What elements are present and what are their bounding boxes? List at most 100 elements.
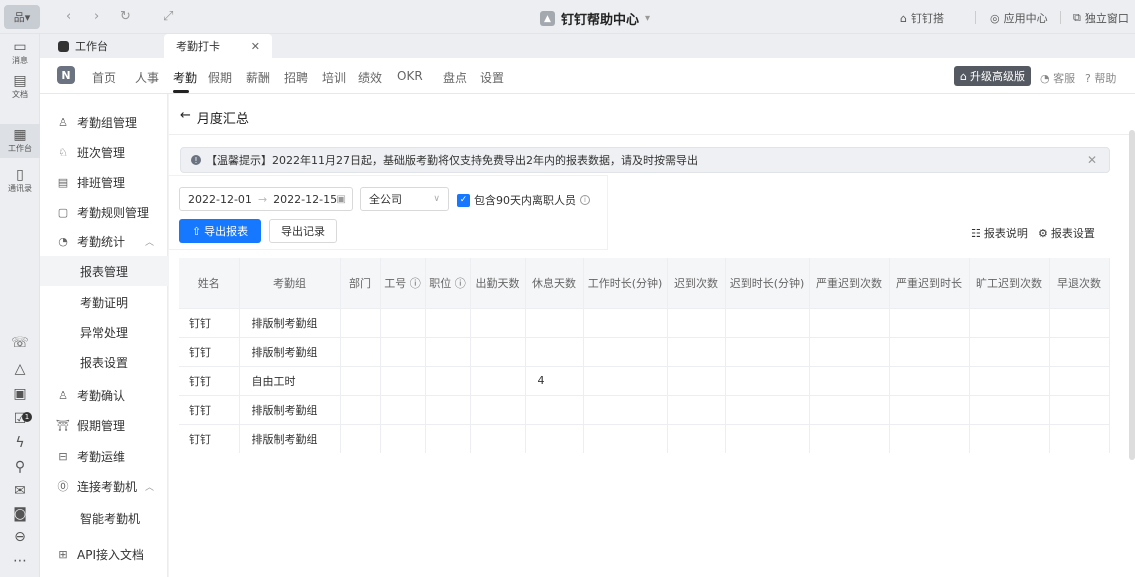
column-header-label: 迟到时长(分钟) [729, 276, 805, 290]
forward-nav-button[interactable]: › [94, 9, 99, 24]
table-row[interactable]: 钉钉 排版制考勤组 [179, 336, 1110, 366]
app-menu-button[interactable]: 品▾ [4, 5, 40, 29]
nav-training[interactable]: 培训 [322, 69, 346, 86]
calendar-icon: ▣ [336, 193, 346, 205]
sidebar-item-exception[interactable]: 异常处理 [40, 317, 168, 347]
upgrade-button[interactable]: ⌂ 升级高级版 [954, 66, 1031, 86]
workbench-icon: ▦ [13, 127, 27, 143]
rail-folder[interactable]: ⊖ [0, 530, 40, 544]
sidebar-item-api[interactable]: ⊞ API接入文档 [40, 539, 168, 569]
sidebar-item-label: 考勤规则管理 [77, 205, 150, 220]
flash-icon: ϟ [15, 435, 25, 451]
table-cell [809, 394, 890, 424]
nav-leave[interactable]: 假期 [208, 69, 232, 86]
company-select[interactable]: 全公司 ∨ [360, 187, 449, 211]
rail-item-messages[interactable]: ▭ 消息 [0, 40, 40, 66]
table-cell [380, 307, 426, 337]
nav-settings[interactable]: 设置 [480, 69, 504, 86]
column-header: 迟到次数 [667, 258, 726, 308]
table-cell [969, 394, 1050, 424]
rail-calendar[interactable]: ▣ [0, 387, 40, 401]
close-icon[interactable]: ✕ [251, 40, 260, 53]
table-row[interactable]: 钉钉 排版制考勤组 [179, 423, 1110, 453]
rail-item-docs[interactable]: ▤ 文档 [0, 74, 40, 100]
sidebar-item-device[interactable]: ⓪ 连接考勤机 ︿ [40, 471, 168, 501]
table-cell [340, 365, 381, 395]
service-link[interactable]: ◔ 客服 [1040, 70, 1075, 86]
scrollbar[interactable] [1129, 130, 1135, 460]
info-icon[interactable]: ⓘ [406, 277, 421, 290]
rail-item-workbench[interactable]: ▦ 工作台 [0, 124, 40, 158]
column-header-label: 工号 [384, 276, 407, 290]
app-center-link[interactable]: ◎ 应用中心 [990, 10, 1048, 26]
dingda-label: 钉钉搭 [910, 12, 944, 25]
nav-attendance[interactable]: 考勤 [173, 69, 197, 86]
window-title[interactable]: ▲ 钉钉帮助中心 ▾ [540, 9, 650, 28]
date-range-picker[interactable]: 2022-12-01 → 2022-12-15 ▣ [179, 187, 353, 211]
table-cell [380, 423, 426, 453]
refresh-button[interactable]: ↻ [120, 9, 131, 24]
dingda-link[interactable]: ⌂ 钉钉搭 [900, 10, 944, 26]
workbench-tab-icon [58, 40, 69, 52]
table-cell [470, 336, 526, 366]
column-header-label: 严重迟到次数 [816, 276, 882, 290]
help-link[interactable]: ? 帮助 [1085, 70, 1116, 86]
nav-recruit[interactable]: 招聘 [284, 69, 308, 86]
table-row[interactable]: 钉钉 排版制考勤组 [179, 394, 1110, 424]
table-row[interactable]: 钉钉 排版制考勤组 [179, 307, 1110, 337]
sidebar-item-report-mgmt[interactable]: 报表管理 [40, 256, 168, 286]
rail-item-contacts[interactable]: ▯ 通讯录 [0, 168, 40, 194]
rail-more[interactable]: ⋯ [0, 554, 40, 568]
table-row[interactable]: 钉钉 自由工时 4 [179, 365, 1110, 395]
rail-minds[interactable]: ◙ [0, 507, 40, 521]
tab-attendance[interactable]: 考勤打卡 ✕ [164, 34, 272, 58]
sidebar-item-label: API接入文档 [77, 547, 144, 562]
nav-salary[interactable]: 薪酬 [246, 69, 270, 86]
nav-inventory[interactable]: 盘点 [443, 69, 467, 86]
sidebar-item-shift[interactable]: ♘ 班次管理 [40, 137, 168, 167]
sidebar-item-leave[interactable]: ⛩ 假期管理 [40, 410, 168, 440]
table-cell: 排版制考勤组 [239, 423, 341, 453]
table-cell [1049, 307, 1110, 337]
report-settings-link[interactable]: ⚙ 报表设置 [1038, 225, 1095, 241]
export-record-label: 导出记录 [281, 225, 325, 238]
back-link[interactable]: ← 月度汇总 [180, 108, 249, 127]
nav-home[interactable]: 首页 [92, 69, 116, 86]
sidebar-item-group[interactable]: ♙ 考勤组管理 [40, 107, 168, 137]
app-header: N 首页 人事 考勤 假期 薪酬 招聘 培训 绩效 OKR 盘点 设置 ⌂ 升级… [40, 58, 1135, 94]
table-cell [583, 307, 668, 337]
export-report-button[interactable]: ⇧ 导出报表 [179, 219, 261, 243]
sidebar-item-rules[interactable]: ▢ 考勤规则管理 [40, 197, 168, 227]
sidebar-item-proof[interactable]: 考勤证明 [40, 287, 168, 317]
sidebar-item-smart-device[interactable]: 智能考勤机 [40, 503, 168, 533]
column-header-label: 职位 [429, 276, 452, 290]
tab-workbench[interactable]: 工作台 [58, 34, 168, 58]
rail-tools[interactable]: ⚲ [0, 460, 40, 474]
rail-todo[interactable]: ☑ 1 [0, 412, 40, 426]
rail-drive[interactable]: △ [0, 362, 40, 376]
info-icon[interactable]: ⓘ [451, 277, 466, 290]
export-record-button[interactable]: 导出记录 [269, 219, 337, 243]
column-header: 部门 [340, 258, 381, 308]
back-nav-button[interactable]: ‹ [66, 9, 71, 24]
sidebar-item-report-settings[interactable]: 报表设置 [40, 347, 168, 377]
rail-phone[interactable]: ☏ [0, 336, 40, 350]
nav-okr[interactable]: OKR [397, 69, 423, 83]
rail-flash[interactable]: ϟ [0, 436, 40, 450]
close-icon[interactable]: ✕ [1087, 153, 1097, 167]
nav-hr[interactable]: 人事 [135, 69, 159, 86]
nav-performance[interactable]: 绩效 [358, 69, 382, 86]
rail-mail[interactable]: ✉ [0, 484, 40, 498]
column-header: 迟到时长(分钟) [725, 258, 810, 308]
sidebar-item-confirm[interactable]: ♙ 考勤确认 [40, 380, 168, 410]
report-desc-link[interactable]: ☷ 报表说明 [971, 225, 1028, 241]
sidebar-item-ops[interactable]: ⊟ 考勤运维 [40, 441, 168, 471]
include-resigned-checkbox[interactable]: ✓ 包含90天内离职人员 i [457, 192, 590, 208]
info-icon[interactable]: i [580, 195, 590, 205]
standalone-window-link[interactable]: ⧉ 独立窗口 [1073, 10, 1129, 26]
column-header: 严重迟到时长 [889, 258, 970, 308]
expand-icon[interactable]: ⤢ [163, 9, 173, 24]
sidebar-item-stats[interactable]: ◔ 考勤统计 ︿ [40, 226, 168, 256]
date-start: 2022-12-01 [188, 192, 252, 206]
sidebar-item-schedule[interactable]: ▤ 排班管理 [40, 167, 168, 197]
